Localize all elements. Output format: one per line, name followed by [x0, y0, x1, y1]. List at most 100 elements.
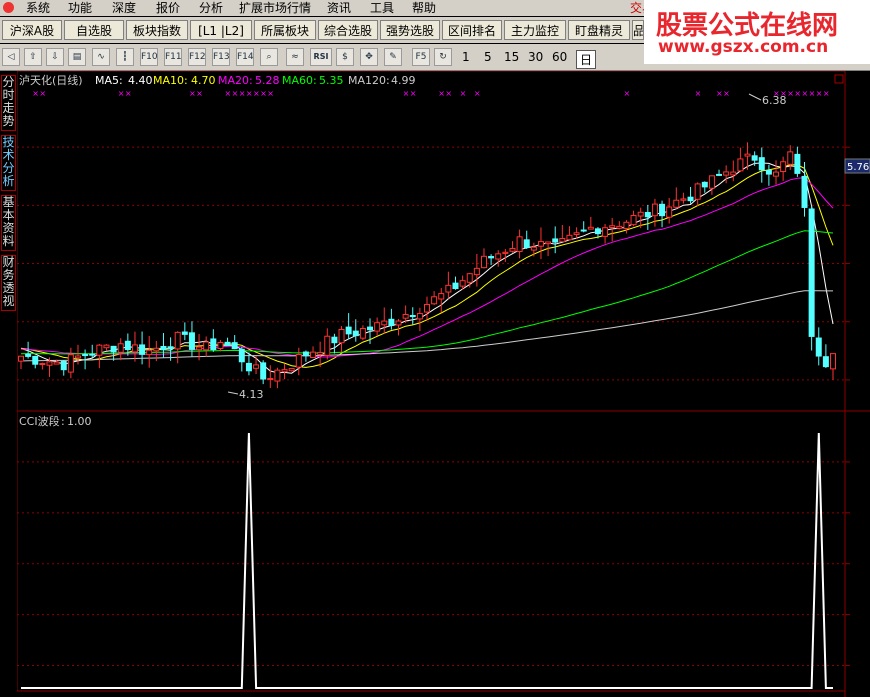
ma10-value: 4.70: [191, 74, 216, 87]
app-logo-icon: [3, 2, 14, 13]
candle-up: [324, 335, 331, 356]
signal-marker: ×: [438, 89, 445, 98]
candle-up: [18, 355, 24, 362]
menu-news[interactable]: 资讯: [327, 1, 351, 15]
candle-up: [480, 255, 487, 269]
f10-icon[interactable]: F10: [140, 48, 158, 66]
period-daily[interactable]: 日: [576, 50, 597, 69]
tab-related-sectors[interactable]: 所属板块: [254, 20, 316, 40]
line-chart-icon[interactable]: ∿: [92, 48, 110, 66]
menu-extended-market[interactable]: 扩展市场行情: [239, 1, 311, 15]
candle-icon[interactable]: ┇: [116, 48, 134, 66]
zoom-icon[interactable]: ⌕: [260, 48, 278, 66]
ma60-label: MA60:: [282, 74, 317, 87]
menu-function[interactable]: 功能: [68, 1, 92, 15]
candle-up: [737, 158, 744, 172]
list-icon[interactable]: ▤: [68, 48, 86, 66]
f14-icon[interactable]: F14: [236, 48, 254, 66]
candle-up: [416, 313, 423, 320]
candle-up: [146, 349, 153, 356]
tab-sector-index[interactable]: 板块指数: [126, 20, 188, 40]
rsi-icon[interactable]: RSI: [310, 48, 332, 66]
period-1min[interactable]: 1: [462, 50, 470, 64]
left-sidebar: 分时走势 技术分析 基本资料 财务透视: [0, 71, 18, 697]
tab-watch-wizard[interactable]: 盯盘精灵: [568, 20, 630, 40]
tab-strong-screen[interactable]: 强势选股: [380, 20, 440, 40]
candle-down: [644, 212, 651, 218]
period-30min[interactable]: 30: [528, 50, 543, 64]
candle-down: [367, 326, 374, 331]
candle-up: [651, 203, 658, 217]
candle-down: [716, 173, 723, 176]
candle-up: [495, 253, 502, 260]
candle-up: [502, 251, 509, 254]
move-icon[interactable]: ✥: [360, 48, 378, 66]
back-icon[interactable]: ◁: [2, 48, 20, 66]
candle-up: [573, 232, 580, 236]
candle-up: [153, 347, 160, 352]
signal-marker: ×: [39, 89, 46, 98]
candle-up: [203, 341, 210, 351]
candle-up: [46, 361, 53, 366]
candle-up: [267, 377, 274, 381]
cci-title: CCI波段: [19, 414, 60, 428]
candle-up: [787, 151, 794, 165]
tab-l1-l2[interactable]: [L1 |L2]: [190, 20, 252, 40]
candle-down: [245, 362, 252, 372]
candle-down: [687, 196, 694, 202]
ma60-value: 5.35: [319, 74, 344, 87]
sidebar-tab-intraday[interactable]: 分时走势: [1, 75, 16, 131]
period-60min[interactable]: 60: [552, 50, 567, 64]
up-arrow-icon[interactable]: ⇧: [24, 48, 42, 66]
down-arrow-icon[interactable]: ⇩: [46, 48, 64, 66]
f11-icon[interactable]: F11: [164, 48, 182, 66]
candle-up: [730, 171, 737, 176]
signal-marker: ×: [623, 89, 630, 98]
dollar-icon[interactable]: $: [336, 48, 354, 66]
sidebar-tab-fundamentals[interactable]: 基本资料: [1, 195, 16, 251]
signal-marker: ×: [787, 89, 794, 98]
f5-icon[interactable]: F5: [412, 48, 430, 66]
signal-marker: ×: [816, 89, 823, 98]
candle-down: [794, 153, 801, 174]
tab-composite-screen[interactable]: 综合选股: [318, 20, 378, 40]
sidebar-tab-technical[interactable]: 技术分析: [1, 135, 16, 191]
ma20-label: MA20:: [218, 74, 253, 87]
candle-up: [445, 284, 452, 293]
f13-icon[interactable]: F13: [212, 48, 230, 66]
menu-help[interactable]: 帮助: [412, 1, 436, 15]
candle-down: [580, 229, 587, 232]
chart-area[interactable]: × × × × × × × × × × × × × × × × × × × × × × × × × × × × × × × 泸天化(日线) …: [17, 71, 870, 697]
candle-up: [630, 214, 637, 226]
menu-quote[interactable]: 报价: [156, 1, 180, 15]
f12-icon[interactable]: F12: [188, 48, 206, 66]
candle-up: [103, 344, 110, 349]
candle-up: [381, 320, 388, 326]
period-5min[interactable]: 5: [484, 50, 492, 64]
candle-up: [196, 346, 203, 351]
candle-up: [566, 234, 573, 241]
refresh-icon[interactable]: ↻: [434, 48, 452, 66]
menu-tools[interactable]: 工具: [370, 1, 394, 15]
period-15min[interactable]: 15: [504, 50, 519, 64]
price-tag-value: 5.76: [847, 162, 869, 173]
tab-watchlist[interactable]: 自选股: [64, 20, 124, 40]
menu-system[interactable]: 系统: [26, 1, 50, 15]
candle-down: [210, 338, 217, 351]
candle-up: [39, 363, 46, 366]
candle-down: [758, 157, 765, 171]
indicator-icon[interactable]: ≈: [286, 48, 304, 66]
menu-depth[interactable]: 深度: [112, 1, 136, 15]
sidebar-tab-financials[interactable]: 财务透视: [1, 255, 16, 311]
tab-more[interactable]: 品: [632, 20, 644, 40]
menu-analysis[interactable]: 分析: [199, 1, 223, 15]
candle-up: [281, 369, 288, 373]
ma120-value: 4.99: [391, 74, 416, 87]
pencil-icon[interactable]: ✎: [384, 48, 402, 66]
tab-main-force-monitor[interactable]: 主力监控: [504, 20, 566, 40]
signal-marker: ×: [445, 89, 452, 98]
tab-interval-ranking[interactable]: 区间排名: [442, 20, 502, 40]
candle-up: [466, 273, 473, 283]
tab-shanghai-shenzhen-a[interactable]: 沪深A股: [2, 20, 62, 40]
candle-up: [53, 361, 60, 365]
